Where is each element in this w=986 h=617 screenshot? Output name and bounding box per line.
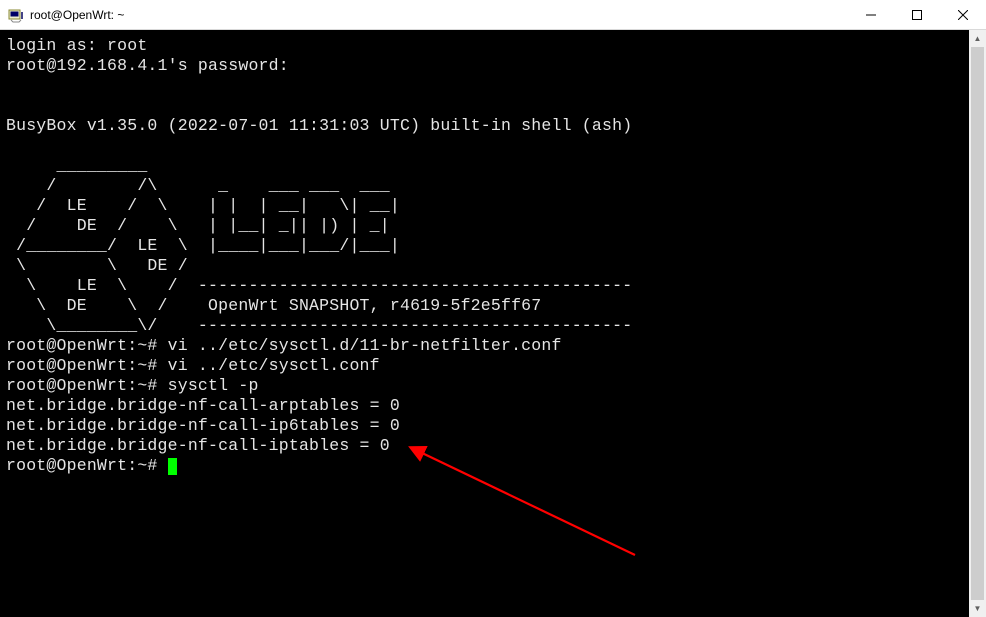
window-controls [848, 0, 986, 29]
terminal-line [6, 96, 968, 116]
terminal-line: BusyBox v1.35.0 (2022-07-01 11:31:03 UTC… [6, 116, 968, 136]
scroll-track[interactable] [969, 47, 986, 600]
terminal-line: login as: root [6, 36, 968, 56]
scroll-thumb[interactable] [971, 47, 984, 600]
terminal-line: \ LE \ / -------------------------------… [6, 276, 968, 296]
terminal-line [6, 136, 968, 156]
terminal-line: / LE / \ | | | __| \| __| [6, 196, 968, 216]
terminal-line: _________ [6, 156, 968, 176]
scroll-down-button[interactable]: ▼ [969, 600, 986, 617]
terminal-line [6, 76, 968, 96]
terminal-line: root@OpenWrt:~# [6, 456, 968, 476]
terminal-line: /________/ LE \ |____|___|___/|___| [6, 236, 968, 256]
terminal-line: / /\ _ ___ ___ ___ [6, 176, 968, 196]
terminal-line: net.bridge.bridge-nf-call-ip6tables = 0 [6, 416, 968, 436]
terminal-line: / DE / \ | |__| _|| |) | _| [6, 216, 968, 236]
terminal-line: root@OpenWrt:~# sysctl -p [6, 376, 968, 396]
close-button[interactable] [940, 0, 986, 29]
scroll-up-button[interactable]: ▲ [969, 30, 986, 47]
terminal[interactable]: login as: rootroot@192.168.4.1's passwor… [0, 30, 986, 617]
terminal-line: root@OpenWrt:~# vi ../etc/sysctl.d/11-br… [6, 336, 968, 356]
cursor [168, 458, 177, 475]
terminal-line: root@OpenWrt:~# vi ../etc/sysctl.conf [6, 356, 968, 376]
terminal-line: \ DE \ / OpenWrt SNAPSHOT, r4619-5f2e5ff… [6, 296, 968, 316]
minimize-button[interactable] [848, 0, 894, 29]
putty-icon [8, 7, 24, 23]
terminal-line: net.bridge.bridge-nf-call-arptables = 0 [6, 396, 968, 416]
terminal-line: net.bridge.bridge-nf-call-iptables = 0 [6, 436, 968, 456]
terminal-line: root@192.168.4.1's password: [6, 56, 968, 76]
scrollbar[interactable]: ▲ ▼ [969, 30, 986, 617]
terminal-line: \________\/ ----------------------------… [6, 316, 968, 336]
maximize-button[interactable] [894, 0, 940, 29]
titlebar: root@OpenWrt: ~ [0, 0, 986, 30]
window-title: root@OpenWrt: ~ [30, 8, 848, 22]
terminal-line: \ \ DE / [6, 256, 968, 276]
